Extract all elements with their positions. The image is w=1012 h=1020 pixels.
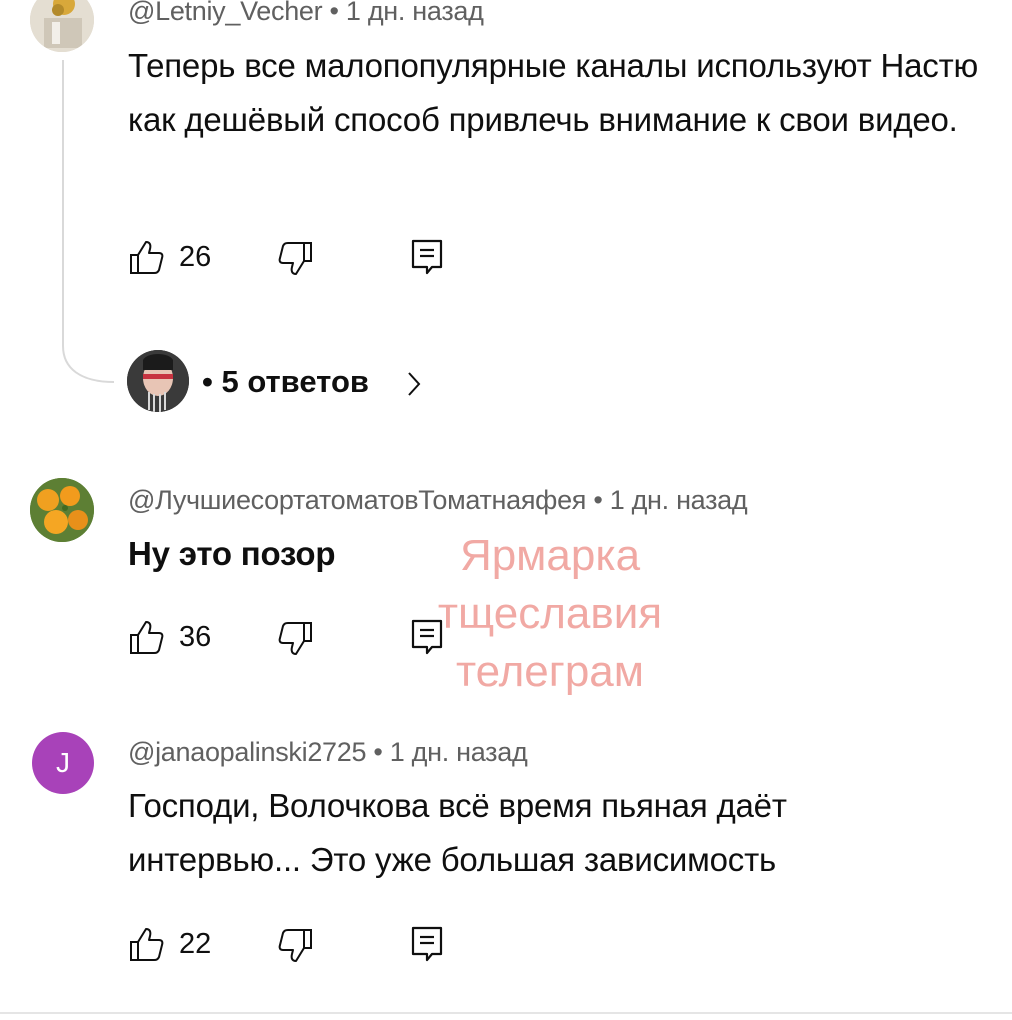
avatar-image: [30, 0, 94, 52]
comment-1-like-count: 26: [179, 241, 212, 273]
comment-2-text: Ну это позор: [128, 535, 336, 572]
comment-1-meta: @Letniy_Vecher • 1 дн. назад: [128, 0, 484, 27]
meta-separator: •: [373, 737, 383, 767]
comment-2-like-count: 36: [179, 621, 212, 653]
view-replies-link[interactable]: • 5 ответов: [202, 364, 369, 400]
thumbs-up-icon[interactable]: [128, 238, 166, 276]
comment-2-avatar[interactable]: [30, 478, 94, 542]
comment-3-meta: @janaopalinski2725 • 1 дн. назад: [128, 737, 528, 768]
comment-1-author[interactable]: @Letniy_Vecher: [128, 0, 323, 26]
comment-2-author[interactable]: @ЛучшиесортатоматовТоматнаяфея: [128, 485, 586, 515]
avatar-image: [127, 350, 189, 412]
comment-icon[interactable]: [408, 238, 446, 276]
meta-separator: •: [593, 485, 603, 515]
comment-3-time: 1 дн. назад: [389, 737, 528, 767]
meta-separator: •: [329, 0, 339, 26]
thumbs-down-icon[interactable]: [276, 620, 314, 658]
thumbs-down-icon[interactable]: [276, 927, 314, 965]
comment-3-like-count: 22: [179, 928, 212, 960]
bottom-divider: [0, 1012, 1012, 1014]
thumbs-up-icon[interactable]: [128, 618, 166, 656]
replies-avatar[interactable]: [127, 350, 189, 412]
comment-1-time: 1 дн. назад: [345, 0, 484, 26]
comment-icon[interactable]: [408, 925, 446, 963]
comment-2-time: 1 дн. назад: [609, 485, 748, 515]
comment-3-avatar[interactable]: J: [32, 732, 94, 794]
replies-label: 5 ответов: [221, 364, 369, 399]
comment-icon[interactable]: [408, 618, 446, 656]
thread-curve: [62, 316, 115, 383]
chevron-right-icon[interactable]: [404, 370, 424, 398]
comment-3-author[interactable]: @janaopalinski2725: [128, 737, 366, 767]
avatar-letter: J: [56, 747, 70, 778]
thread-line: [62, 60, 64, 320]
comment-2-meta: @ЛучшиесортатоматовТоматнаяфея • 1 дн. н…: [128, 485, 748, 516]
comment-1-avatar[interactable]: [30, 0, 94, 52]
avatar-image: [30, 478, 94, 542]
thumbs-up-icon[interactable]: [128, 925, 166, 963]
comment-3-text: Господи, Волочкова всё время пьяная даёт…: [128, 787, 787, 878]
comment-1-text: Теперь все малопопулярные каналы использ…: [128, 47, 979, 138]
replies-separator: •: [202, 364, 213, 399]
thumbs-down-icon[interactable]: [276, 240, 314, 278]
